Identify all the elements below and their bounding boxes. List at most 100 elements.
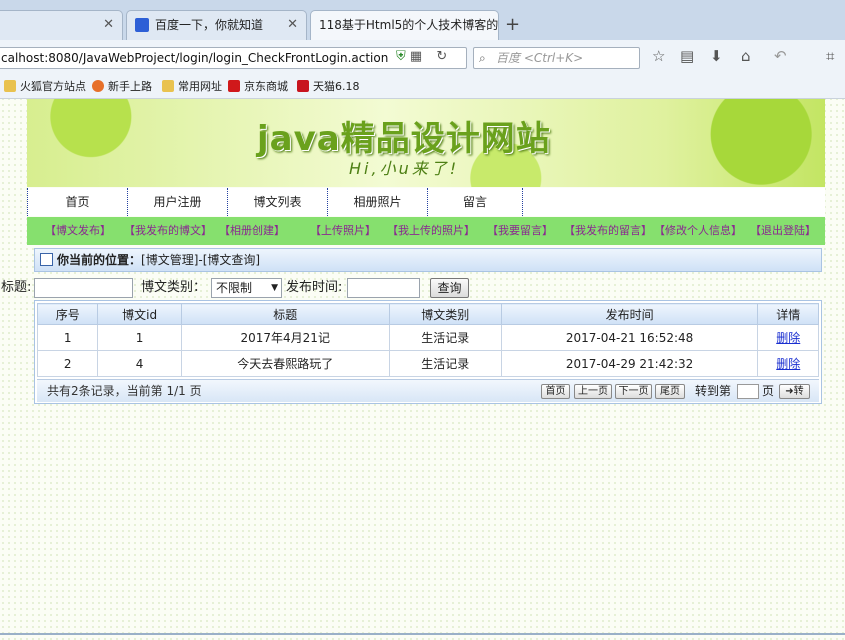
col-time: 发布时间: [500, 303, 759, 325]
main-nav: 首页 用户注册 博文列表 相册照片 留言: [27, 188, 825, 216]
folder-icon: [162, 80, 174, 92]
bookmark-common[interactable]: 常用网址: [162, 76, 222, 98]
col-detail: 详情: [757, 303, 819, 325]
cell-no: 1: [36, 324, 99, 351]
location-bar: 你当前的位置：[博文管理]-[博文查询]: [34, 248, 822, 272]
browser-tab-bar: ✕ 百度一下，你就知道 ✕ 118基于Html5的个人技术博客的 +: [0, 0, 845, 41]
subnav-upload-photo[interactable]: 【上传照片】: [310, 217, 376, 245]
nav-blog-list[interactable]: 博文列表: [227, 188, 327, 216]
crop-icon[interactable]: ⌗: [826, 47, 834, 65]
nav-photos[interactable]: 相册照片: [327, 188, 427, 216]
cell-title: 2017年4月21记: [180, 324, 390, 351]
bookmarks-bar: 火狐官方站点 新手上路 常用网址 京东商城 天猫6.18: [0, 76, 845, 99]
col-category: 博文类别: [388, 303, 502, 325]
category-select-value: 不限制: [216, 281, 253, 295]
jd-icon: [228, 80, 240, 92]
cell-id: 4: [97, 350, 182, 377]
nav-register[interactable]: 用户注册: [127, 188, 227, 216]
col-title: 标题: [180, 303, 390, 325]
prev-page-button[interactable]: 上一页: [574, 384, 612, 399]
close-icon[interactable]: ✕: [287, 11, 298, 39]
site-subtitle: Hi,小u来了!: [349, 159, 460, 178]
category-select[interactable]: 不限制 ▼: [211, 278, 282, 298]
firefox-icon: [92, 80, 104, 92]
subnav-my-photos[interactable]: 【我上传的照片】: [387, 217, 475, 245]
title-input[interactable]: [34, 278, 133, 298]
shield-icon[interactable]: ⛨ ▦ ↻: [396, 49, 447, 64]
baidu-paw-icon: [135, 18, 149, 32]
delete-link[interactable]: 删除: [776, 357, 800, 371]
results-table: 序号 博文id 标题 博文类别 发布时间 详情 1 1 2017年4月21记 生…: [36, 303, 819, 377]
table-row: 1 1 2017年4月21记 生活记录 2017-04-21 16:52:48 …: [36, 324, 819, 351]
go-button[interactable]: ➜转: [779, 384, 810, 399]
star-icon[interactable]: ☆: [652, 47, 665, 65]
bookmark-tmall[interactable]: 天猫6.18: [297, 76, 360, 98]
bookmark-label: 火狐官方站点: [20, 80, 86, 93]
cell-id: 1: [97, 324, 182, 351]
cell-no: 2: [36, 350, 99, 377]
last-page-button[interactable]: 尾页: [655, 384, 685, 399]
bookmark-label: 天猫6.18: [313, 80, 360, 93]
undo-icon[interactable]: ↶: [774, 47, 787, 65]
reading-list-icon[interactable]: ▤: [680, 47, 694, 65]
bookmark-label: 常用网址: [178, 80, 222, 93]
nav-label: 留言: [462, 195, 487, 209]
folder-icon: [4, 80, 16, 92]
next-page-button[interactable]: 下一页: [615, 384, 652, 399]
search-box[interactable]: ⌕ 百度 <Ctrl+K>: [473, 47, 640, 69]
bookmark-firefox[interactable]: 火狐官方站点: [4, 76, 86, 98]
browser-tab-1[interactable]: ✕: [0, 10, 123, 40]
category-label: 博文类别：: [141, 280, 207, 295]
subnav-leave-message[interactable]: 【我要留言】: [487, 217, 553, 245]
bookmark-label: 新手上路: [108, 80, 152, 93]
cell-category: 生活记录: [388, 324, 502, 351]
bookmark-label: 京东商城: [244, 80, 288, 93]
tmall-icon: [297, 80, 309, 92]
nav-label: 博文列表: [253, 195, 302, 209]
subnav-logout[interactable]: 【退出登陆】: [750, 217, 816, 245]
browser-tab-active[interactable]: 118基于Html5的个人技术博客的: [310, 10, 499, 40]
cell-category: 生活记录: [388, 350, 502, 377]
location-label: 你当前的位置：: [57, 253, 142, 267]
site-title: java精品设计网站: [257, 119, 551, 159]
goto-label: 转到第: [695, 384, 732, 398]
subnav-edit-profile[interactable]: 【修改个人信息】: [654, 217, 742, 245]
subnav-my-blogs[interactable]: 【我发布的博文】: [124, 217, 212, 245]
time-input[interactable]: [347, 278, 420, 298]
nav-home[interactable]: 首页: [27, 188, 127, 216]
subnav-my-messages[interactable]: 【我发布的留言】: [564, 217, 652, 245]
subnav-publish-blog[interactable]: 【博文发布】: [45, 217, 111, 245]
nav-label: 相册照片: [353, 195, 402, 209]
table-header-row: 序号 博文id 标题 博文类别 发布时间 详情: [36, 303, 819, 325]
bookmark-newbie[interactable]: 新手上路: [92, 76, 152, 98]
cell-time: 2017-04-21 16:52:48: [500, 324, 759, 351]
delete-link[interactable]: 删除: [776, 331, 800, 345]
search-icon: ⌕: [479, 51, 486, 65]
query-button[interactable]: 查询: [430, 278, 469, 298]
results-panel: 序号 博文id 标题 博文类别 发布时间 详情 1 1 2017年4月21记 生…: [34, 300, 822, 404]
col-id: 博文id: [97, 303, 182, 325]
download-icon[interactable]: ⬇: [710, 47, 723, 65]
pagination-bar: 共有2条记录，当前第 1/1 页 首页 上一页 下一页 尾页 转到第 页 ➜转: [37, 379, 819, 402]
bookmark-jd[interactable]: 京东商城: [228, 76, 288, 98]
nav-label: 首页: [65, 195, 90, 209]
nav-message[interactable]: 留言: [427, 188, 523, 216]
cell-action: 删除: [757, 324, 819, 351]
tab-label: 百度一下，你就知道: [155, 18, 264, 32]
search-placeholder: 百度 <Ctrl+K>: [496, 51, 584, 65]
browser-tab-baidu[interactable]: 百度一下，你就知道 ✕: [126, 10, 307, 40]
tab-label: 118基于Html5的个人技术博客的: [319, 18, 499, 32]
new-tab-icon[interactable]: +: [505, 14, 520, 35]
cell-action: 删除: [757, 350, 819, 377]
search-form: 标题: 博文类别： 不限制 ▼ 发布时间: 查询: [0, 277, 845, 299]
qr-icon[interactable]: ▦: [410, 49, 422, 64]
close-icon[interactable]: ✕: [103, 11, 114, 39]
chevron-down-icon: ▼: [271, 283, 278, 293]
page-number-input[interactable]: [737, 384, 759, 399]
first-page-button[interactable]: 首页: [541, 384, 570, 399]
title-label: 标题:: [1, 280, 32, 295]
subnav-create-album[interactable]: 【相册创建】: [219, 217, 285, 245]
page-unit-label: 页: [762, 384, 775, 398]
reload-icon[interactable]: ↻: [436, 49, 447, 64]
home-icon[interactable]: ⌂: [741, 47, 751, 65]
